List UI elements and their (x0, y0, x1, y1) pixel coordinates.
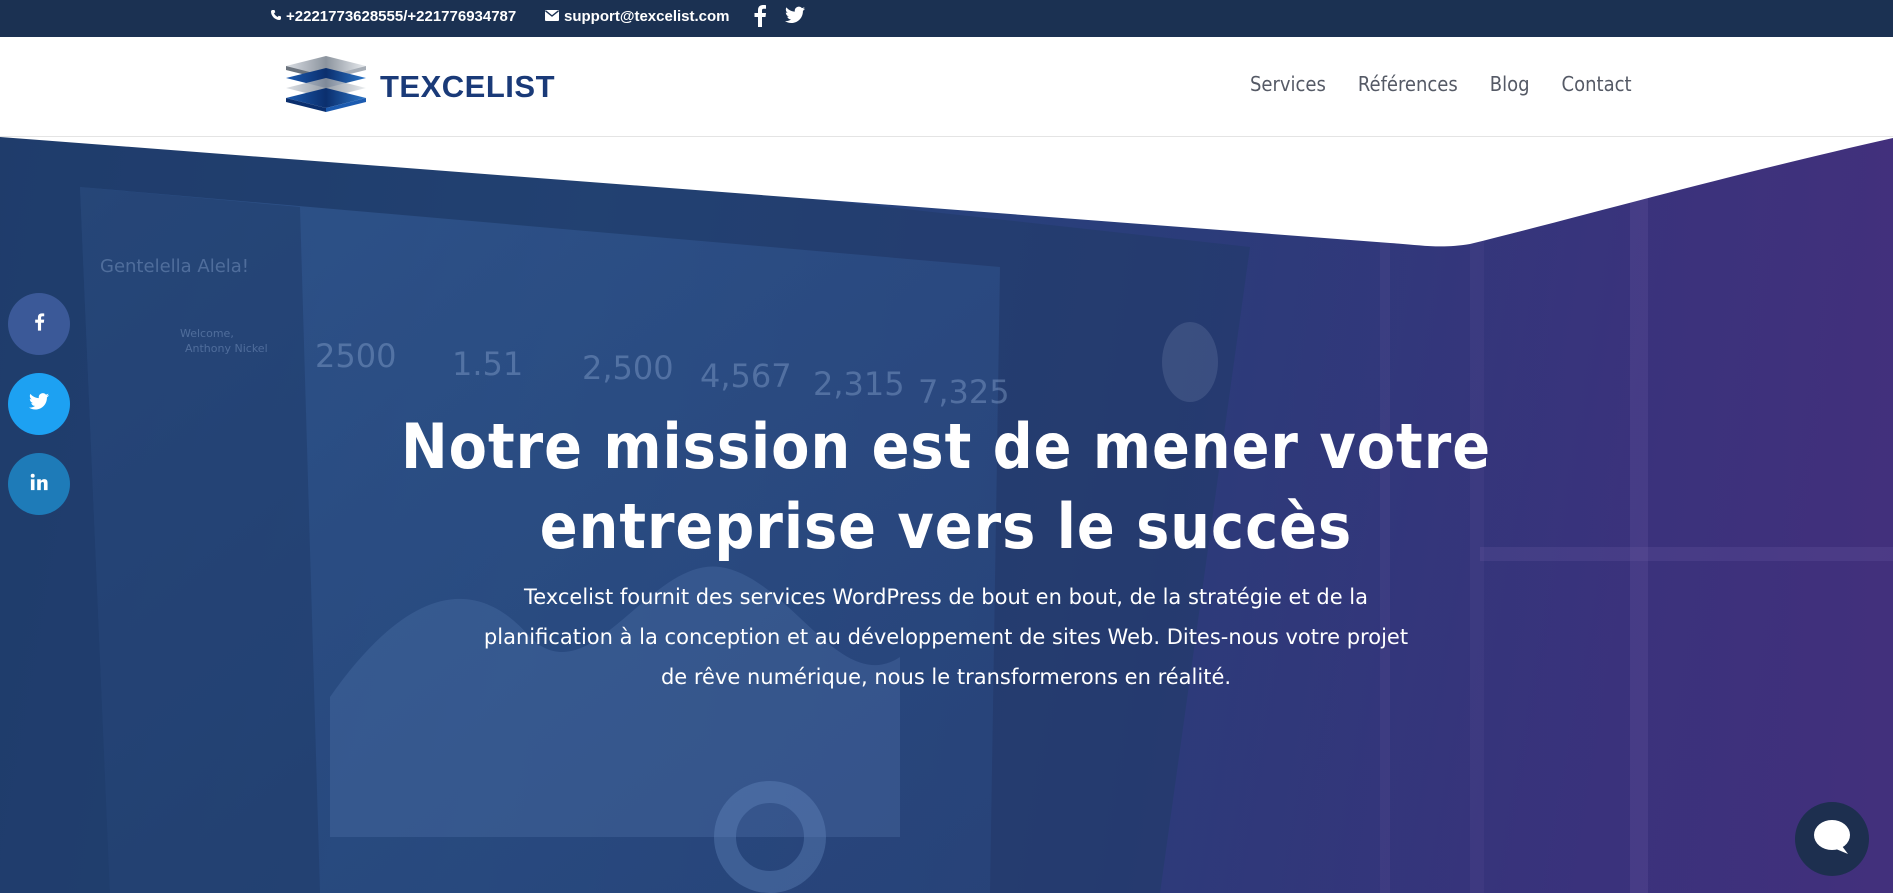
bg-welcome: Welcome, (180, 327, 234, 340)
hero-title-line-1: Notre mission est de mener votre (400, 410, 1492, 483)
bg-stat-4: 4,567 (700, 357, 792, 395)
linkedin-icon (30, 473, 48, 496)
phone-icon (270, 8, 282, 25)
bg-stat-6: 7,325 (918, 373, 1010, 411)
nav-services[interactable]: Services (1250, 72, 1326, 96)
contact-phone[interactable]: +2221773628555/+221776934787 (270, 8, 516, 25)
hero-title: Notre mission est de mener votre entrepr… (346, 407, 1546, 567)
site-header: TEXCELIST Services Références Blog Conta… (0, 37, 1893, 137)
logo-mark-icon (282, 54, 370, 119)
bg-stat-5: 2,315 (813, 365, 905, 403)
share-twitter-button[interactable] (8, 373, 70, 435)
chat-icon (1812, 818, 1852, 861)
twitter-icon[interactable] (785, 6, 805, 26)
email-address: support@texcelist.com (564, 8, 730, 25)
hero-section: 2500 1.51 2,500 4,567 2,315 7,325 Gentel… (0, 137, 1893, 893)
bg-stat-1: 2500 (315, 337, 396, 375)
logo-text: TEXCELIST (380, 68, 556, 104)
twitter-icon (29, 393, 49, 415)
nav-blog[interactable]: Blog (1490, 72, 1530, 96)
share-facebook-button[interactable] (8, 293, 70, 355)
envelope-icon (545, 8, 559, 25)
bg-user: Anthony Nickel (185, 342, 268, 355)
site-logo[interactable]: TEXCELIST (282, 54, 555, 119)
hero-description: Texcelist fournit des services WordPress… (483, 585, 1409, 689)
contact-email[interactable]: support@texcelist.com (545, 8, 730, 25)
share-linkedin-button[interactable] (8, 453, 70, 515)
nav-references[interactable]: Références (1358, 72, 1458, 96)
chat-button[interactable] (1795, 802, 1869, 876)
hero-title-line-2: entreprise vers le succès (539, 490, 1353, 563)
nav-contact[interactable]: Contact (1562, 72, 1632, 96)
phone-number: +2221773628555/+221776934787 (286, 8, 517, 25)
facebook-icon[interactable] (753, 5, 767, 27)
bg-stat-2: 1.51 (452, 345, 523, 383)
bg-dashboard-title: Gentelella Alela! (100, 256, 249, 277)
facebook-icon (34, 312, 45, 337)
bg-stat-3: 2,500 (582, 349, 674, 387)
top-bar: +2221773628555/+221776934787 support@tex… (0, 0, 1893, 37)
main-nav: Services Références Blog Contact (1250, 72, 1632, 96)
